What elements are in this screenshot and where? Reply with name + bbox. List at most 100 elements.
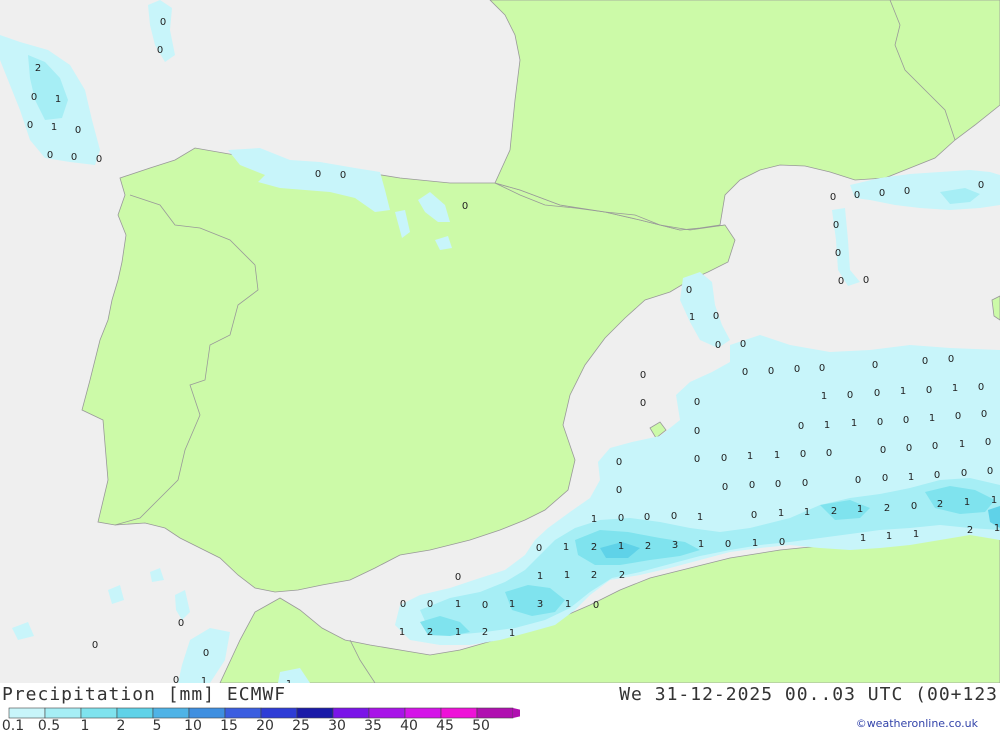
legend-swatch: [476, 707, 514, 719]
legend-tick: 2: [116, 718, 126, 734]
precip-value-label: 1: [51, 122, 57, 133]
precip-value-label: 0: [911, 501, 917, 512]
legend-swatch: [152, 707, 190, 719]
precip-value-label: 0: [178, 618, 184, 629]
precip-value-label: 1: [774, 450, 780, 461]
precip-value-label: 0: [779, 537, 785, 548]
precip-value-label: 2: [427, 627, 433, 638]
precip-value-label: 0: [882, 473, 888, 484]
precip-value-label: 1: [959, 439, 965, 450]
legend-swatch: [224, 707, 262, 719]
precip-value-label: 0: [686, 285, 692, 296]
legend-swatch: [260, 707, 298, 719]
precip-value-label: 1: [908, 472, 914, 483]
precip-value-label: 0: [721, 453, 727, 464]
precip-value-label: 0: [872, 360, 878, 371]
precip-value-label: 0: [985, 437, 991, 448]
precip-value-label: 1: [964, 497, 970, 508]
precip-value-label: 0: [863, 275, 869, 286]
precip-value-label: 0: [71, 152, 77, 163]
precip-value-label: 1: [804, 507, 810, 518]
legend-swatch: [116, 707, 154, 719]
precip-value-label: 2: [967, 525, 973, 536]
precip-value-label: 0: [157, 45, 163, 56]
precip-value-label: 0: [640, 398, 646, 409]
precip-value-label: 2: [35, 63, 41, 74]
precip-value-label: 0: [173, 675, 179, 683]
precip-value-label: 1: [509, 628, 515, 639]
precip-value-label: 1: [886, 531, 892, 542]
precip-value-label: 1: [991, 495, 997, 506]
precip-value-label: 1: [201, 676, 207, 683]
legend-swatch: [440, 707, 478, 719]
legend-swatch: [80, 707, 118, 719]
precip-value-label: 0: [482, 600, 488, 611]
precip-value-label: 1: [618, 541, 624, 552]
legend-swatch: [296, 707, 334, 719]
precip-value-label: 1: [952, 383, 958, 394]
legend-tick: 50: [472, 718, 490, 734]
precip-value-label: 0: [694, 397, 700, 408]
legend-swatch: [8, 707, 46, 719]
precip-value-label: 0: [644, 512, 650, 523]
precip-value-label: 0: [203, 648, 209, 659]
precip-value-label: 0: [906, 443, 912, 454]
legend-swatches: [8, 707, 520, 719]
precip-value-label: 0: [775, 479, 781, 490]
precip-value-label: 2: [619, 570, 625, 581]
precip-value-label: 1: [697, 512, 703, 523]
precip-value-label: 0: [27, 120, 33, 131]
precip-value-label: 0: [855, 475, 861, 486]
precip-value-label: 0: [948, 354, 954, 365]
precip-value-label: 1: [929, 413, 935, 424]
precip-value-label: 0: [315, 169, 321, 180]
precip-value-label: 1: [747, 451, 753, 462]
precip-value-label: 0: [835, 248, 841, 259]
precip-value-label: 0: [794, 364, 800, 375]
precip-value-label: 0: [96, 154, 102, 165]
precip-value-label: 1: [399, 627, 405, 638]
precip-value-label: 0: [802, 478, 808, 489]
legend-tick: 30: [328, 718, 346, 734]
forecast-datetime: We 31-12-2025 00..03 UTC (00+123: [619, 684, 998, 705]
legend-tick: 1: [80, 718, 90, 734]
legend-tick: 0.1: [1, 718, 25, 734]
legend-tick-labels: 0.1 0.5 1 2 5 10 15 20 25 30 35 40 45 50: [0, 718, 520, 734]
precip-value-label: 1: [752, 538, 758, 549]
precip-value-label: 0: [616, 457, 622, 468]
precip-value-label: 1: [455, 599, 461, 610]
precip-value-label: 0: [455, 572, 461, 583]
precip-value-label: 2: [591, 570, 597, 581]
legend-tick: 40: [400, 718, 418, 734]
precip-value-label: 1: [563, 542, 569, 553]
precip-value-label: 0: [978, 180, 984, 191]
precip-value-label: 1: [851, 418, 857, 429]
precipitation-map: 0 0 2 0 1 0 1 0 0 0 0 0 0 0 0 0 0 0 0 0 0 0 0 0 1 0 0 0 0 0 0 0 0 0 0 0 0 0 1 0…: [0, 0, 1000, 690]
legend-tick: 15: [220, 718, 238, 734]
precip-value-label: 0: [879, 188, 885, 199]
precip-value-label: 0: [593, 600, 599, 611]
precip-value-label: 0: [400, 599, 406, 610]
precip-value-label: 0: [838, 276, 844, 287]
precip-value-label: 0: [932, 441, 938, 452]
precip-value-label: 0: [830, 192, 836, 203]
precip-value-label: 0: [847, 390, 853, 401]
precip-value-label: 1: [994, 523, 1000, 534]
precip-value-label: 3: [672, 540, 678, 551]
precip-value-label: 0: [877, 417, 883, 428]
precip-value-label: 1: [565, 599, 571, 610]
precip-value-label: 0: [536, 543, 542, 554]
precip-value-label: 0: [768, 366, 774, 377]
precip-value-label: 0: [903, 415, 909, 426]
precip-value-label: 0: [742, 367, 748, 378]
precip-value-label: 0: [618, 513, 624, 524]
precip-value-label: 0: [955, 411, 961, 422]
precip-value-label: 0: [749, 480, 755, 491]
precip-value-label: 1: [698, 539, 704, 550]
precip-value-label: 0: [47, 150, 53, 161]
precip-value-label: 0: [981, 409, 987, 420]
precip-value-label: 1: [455, 627, 461, 638]
precip-value-label: 1: [689, 312, 695, 323]
credit-link[interactable]: ©weatheronline.co.uk: [856, 717, 978, 730]
precip-value-label: 0: [694, 454, 700, 465]
